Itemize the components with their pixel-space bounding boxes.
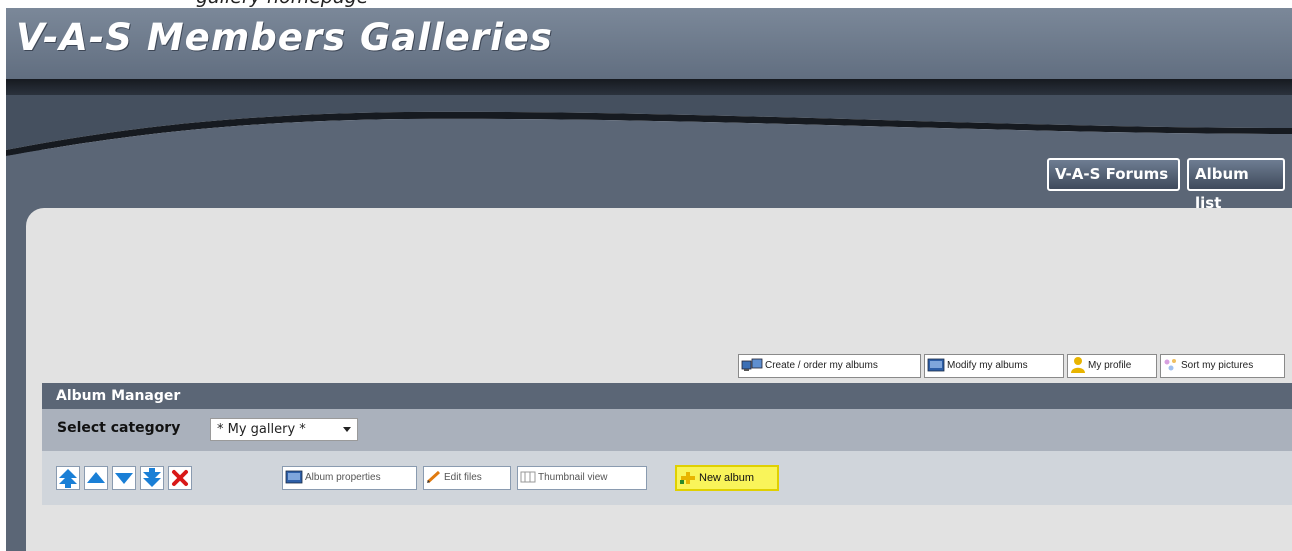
thumbnail-view-label: Thumbnail view (538, 472, 608, 483)
site-title: V-A-S Members Galleries (16, 16, 553, 59)
move-top-button[interactable] (56, 466, 80, 490)
category-select[interactable]: * My gallery * (210, 418, 358, 441)
select-category-label: Select category (57, 420, 181, 436)
album-properties-icon (285, 470, 303, 484)
modify-albums-label: Modify my albums (947, 360, 1028, 371)
modify-albums-button[interactable]: Modify my albums (924, 354, 1064, 378)
move-top-icon (59, 469, 77, 488)
sort-pictures-button[interactable]: Sort my pictures (1160, 354, 1285, 378)
plus-icon (680, 472, 695, 485)
sort-pictures-label: Sort my pictures (1181, 360, 1254, 371)
move-bottom-icon (143, 468, 161, 487)
delete-album-button[interactable] (168, 466, 192, 490)
thumbnail-view-icon (520, 471, 536, 483)
top-caption-strip: gallery homepage (0, 0, 1292, 8)
sort-pictures-icon (1164, 359, 1176, 371)
album-properties-label: Album properties (305, 472, 381, 483)
category-select-row: Select category * My gallery * (42, 409, 1292, 451)
album-manager-title: Album Manager (42, 383, 1292, 409)
chevron-down-icon (343, 427, 351, 432)
pencil-icon (426, 471, 441, 484)
create-albums-button[interactable]: Create / order my albums (738, 354, 921, 378)
top-caption: gallery homepage (196, 0, 368, 8)
user-icon (1071, 357, 1085, 374)
create-albums-icon (741, 358, 763, 372)
album-properties-button[interactable]: Album properties (282, 466, 417, 490)
delete-icon (172, 470, 188, 486)
my-profile-button[interactable]: My profile (1067, 354, 1157, 378)
move-down-icon (115, 473, 133, 484)
move-bottom-button[interactable] (140, 466, 164, 490)
forums-link[interactable]: V-A-S Forums (1047, 158, 1180, 191)
new-album-label: New album (699, 472, 755, 484)
edit-files-label: Edit files (444, 472, 482, 483)
move-down-button[interactable] (112, 466, 136, 490)
create-albums-label: Create / order my albums (765, 360, 878, 371)
edit-files-button[interactable]: Edit files (423, 466, 511, 490)
album-toolbar: Album properties Edit files Thumbnail vi… (42, 451, 1292, 505)
move-up-icon (87, 472, 105, 483)
category-select-value: * My gallery * (217, 422, 306, 437)
my-profile-label: My profile (1088, 360, 1132, 371)
thumbnail-view-button[interactable]: Thumbnail view (517, 466, 647, 490)
album-list-area (42, 505, 1292, 551)
move-up-button[interactable] (84, 466, 108, 490)
album-list-link[interactable]: Album list (1187, 158, 1285, 212)
site-header: V-A-S Members Galleries (6, 8, 1292, 85)
new-album-button[interactable]: New album (675, 465, 779, 491)
album-icon (927, 358, 945, 372)
